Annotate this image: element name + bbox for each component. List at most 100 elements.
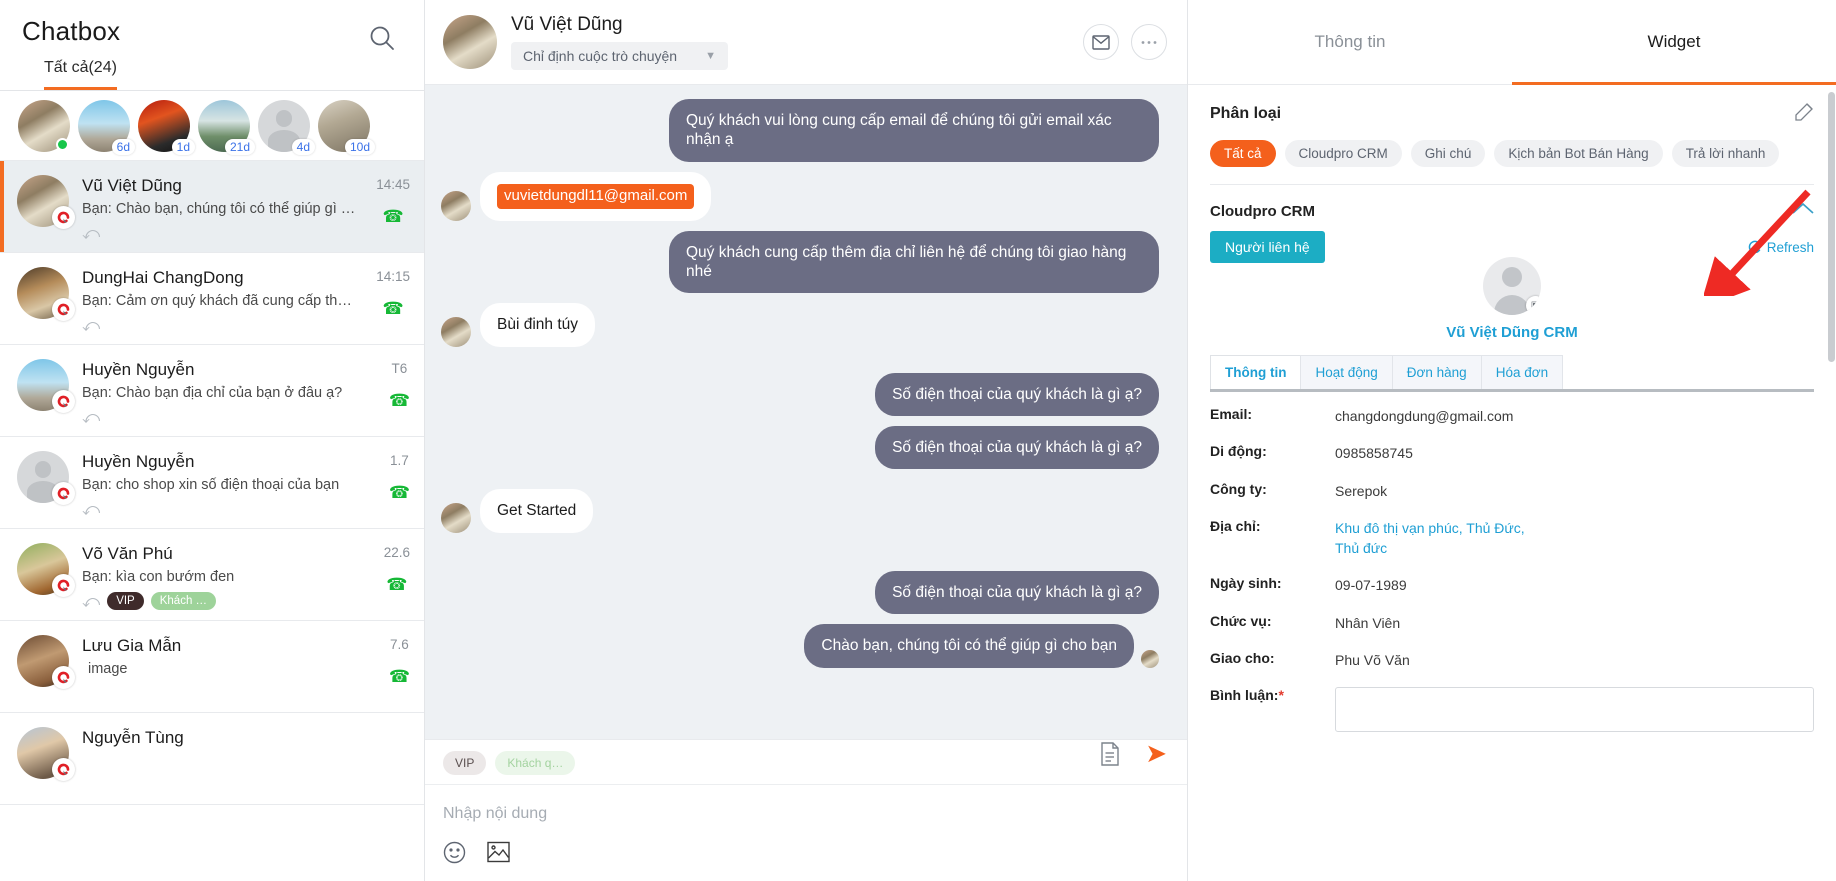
story-item[interactable]: 21d bbox=[198, 100, 255, 155]
channel-badge-icon bbox=[52, 574, 75, 597]
crm-tab-hoa-don[interactable]: Hóa đơn bbox=[1480, 355, 1564, 389]
classification-title: Phân loại bbox=[1210, 105, 1282, 122]
mail-icon[interactable] bbox=[1083, 24, 1119, 60]
message-list: Quý khách vui lòng cung cấp email để chú… bbox=[425, 85, 1187, 739]
field-label: Giao cho: bbox=[1210, 650, 1275, 667]
refresh-icon bbox=[1748, 240, 1762, 254]
crm-fields: Email: changdongdung@gmail.com Di động: … bbox=[1188, 392, 1836, 749]
crm-tab-thong-tin[interactable]: Thông tin bbox=[1210, 355, 1302, 389]
story-item[interactable] bbox=[18, 100, 70, 152]
chevron-up-icon[interactable] bbox=[1792, 202, 1814, 220]
crm-tab-don-hang[interactable]: Đơn hàng bbox=[1391, 355, 1482, 389]
chip-tra-loi-nhanh[interactable]: Trả lời nhanh bbox=[1671, 140, 1780, 167]
crm-contact-name[interactable]: Vũ Việt Dũng CRM bbox=[1446, 324, 1577, 341]
conversation-right-meta: 7.6 ☎ bbox=[389, 637, 410, 685]
assign-conversation-dropdown[interactable]: Chỉ định cuộc trò chuyện ▼ bbox=[511, 42, 728, 70]
refresh-button[interactable]: Refresh bbox=[1748, 240, 1814, 255]
conversation-snippet: image bbox=[88, 661, 128, 677]
conversation-list: Vũ Việt Dũng Bạn: Chào bạn, chúng tôi có… bbox=[0, 161, 424, 881]
message-input[interactable]: Nhập nội dung ➤ bbox=[425, 738, 1187, 831]
tag-vip[interactable]: VIP bbox=[443, 751, 487, 775]
classification-chips: Tất cả Cloudpro CRM Ghi chú Kịch bản Bot… bbox=[1210, 140, 1814, 167]
conversation-name: Võ Văn Phú bbox=[82, 544, 173, 563]
emoji-icon[interactable] bbox=[443, 841, 467, 865]
field-assigned-to: Giao cho: Phu Võ Văn bbox=[1210, 650, 1814, 670]
story-item[interactable]: 4d bbox=[258, 100, 315, 155]
image-icon[interactable] bbox=[487, 841, 511, 865]
phone-icon[interactable]: ☎ bbox=[383, 208, 404, 225]
field-label: Công ty: bbox=[1210, 480, 1267, 497]
conversation-name: Huyền Nguyễn bbox=[82, 360, 195, 379]
field-address: Địa chỉ: Khu đô thị vạn phúc, Thủ Đức, T… bbox=[1210, 518, 1814, 559]
chip-tat-ca[interactable]: Tất cả bbox=[1210, 140, 1276, 167]
search-icon[interactable] bbox=[366, 22, 398, 54]
avatar-wrapper bbox=[17, 635, 75, 689]
chat-contact-info: Vũ Việt Dũng Chỉ định cuộc trò chuyện ▼ bbox=[511, 14, 1083, 70]
phone-icon[interactable]: ☎ bbox=[383, 300, 404, 317]
field-label: Email: bbox=[1210, 406, 1253, 422]
conversation-body: Lưu Gia Mẫn image bbox=[82, 635, 410, 700]
message-bubble: Bùi đinh túy bbox=[480, 303, 595, 347]
channel-badge-icon bbox=[52, 758, 75, 781]
camera-icon[interactable]: ▣ bbox=[1526, 296, 1541, 315]
phone-icon[interactable]: ☎ bbox=[389, 668, 410, 685]
tab-widget[interactable]: Widget bbox=[1512, 0, 1836, 85]
conversation-row[interactable]: Vũ Việt Dũng Bạn: Chào bạn, chúng tôi có… bbox=[0, 161, 424, 253]
conversation-name: Lưu Gia Mẫn bbox=[82, 636, 182, 655]
story-age-badge: 4d bbox=[291, 139, 315, 155]
email-chip[interactable]: vuvietdungdl11@gmail.com bbox=[497, 183, 695, 209]
classification-section: Phân loại Tất cả Cloudpro CRM Ghi chú Kị… bbox=[1188, 85, 1836, 185]
field-email: Email: changdongdung@gmail.com bbox=[1210, 406, 1814, 426]
story-item[interactable]: 10d bbox=[318, 100, 375, 155]
tab-thong-tin[interactable]: Thông tin bbox=[1188, 0, 1512, 84]
more-horizontal-icon[interactable] bbox=[1131, 24, 1167, 60]
send-icon[interactable]: ➤ bbox=[1145, 738, 1167, 769]
chatbox-app: Chatbox Tất cả(24) 6d 1d 21d 4d 10d Vũ V… bbox=[0, 0, 1836, 881]
document-icon[interactable] bbox=[1099, 741, 1123, 766]
conversation-row[interactable]: Huyền Nguyễn Bạn: Chào bạn địa chỉ của b… bbox=[0, 345, 424, 437]
chip-kich-ban-bot-ban-hang[interactable]: Kịch bản Bot Bán Hàng bbox=[1494, 140, 1663, 167]
field-position: Chức vụ: Nhân Viên bbox=[1210, 613, 1814, 633]
conversation-row[interactable]: Nguyễn Tùng bbox=[0, 713, 424, 805]
conversation-body: Nguyễn Tùng bbox=[82, 727, 410, 792]
tag-customer[interactable]: Khách q… bbox=[495, 751, 576, 775]
conversation-row[interactable]: DungHai ChangDong Bạn: Cảm ơn quý khách … bbox=[0, 253, 424, 345]
chip-ghi-chu[interactable]: Ghi chú bbox=[1410, 140, 1486, 167]
story-age-badge: 6d bbox=[111, 139, 135, 155]
panel-scrollbar[interactable] bbox=[1828, 92, 1835, 362]
crm-tab-hoat-dong[interactable]: Hoạt động bbox=[1300, 355, 1393, 389]
assign-conversation-label: Chỉ định cuộc trò chuyện bbox=[523, 48, 678, 64]
conversation-meta: ⤺ bbox=[82, 314, 410, 336]
story-item[interactable]: 6d bbox=[78, 100, 135, 155]
message-bubble: Số điện thoại của quý khách là gì ạ? bbox=[875, 372, 1159, 416]
message-bubble: Quý khách vui lòng cung cấp email để chú… bbox=[669, 99, 1159, 162]
reply-arrow-icon: ⤺ bbox=[82, 407, 101, 427]
conversation-right-meta: 1.7 ☎ bbox=[389, 453, 410, 501]
field-value[interactable]: Khu đô thị vạn phúc, Thủ Đức, Thủ đức bbox=[1335, 518, 1525, 559]
conversation-snippet: Bạn: Chào bạn, chúng tôi có thể giúp gì … bbox=[82, 201, 357, 217]
reply-arrow-icon: ⤺ bbox=[82, 499, 101, 519]
conversation-right-meta: 14:45 ☎ bbox=[376, 177, 410, 225]
conversation-row[interactable]: Huyền Nguyễn Bạn: cho shop xin số điện t… bbox=[0, 437, 424, 529]
comment-input[interactable] bbox=[1335, 687, 1814, 733]
message-row-outgoing: Quý khách vui lòng cung cấp email để chú… bbox=[441, 99, 1159, 162]
phone-icon[interactable]: ☎ bbox=[386, 576, 407, 593]
chip-cloudpro-crm[interactable]: Cloudpro CRM bbox=[1284, 140, 1402, 167]
edit-icon[interactable] bbox=[1795, 102, 1814, 126]
phone-icon[interactable]: ☎ bbox=[389, 484, 410, 501]
conversation-snippet: Bạn: cho shop xin số điện thoại của bạn bbox=[82, 477, 340, 493]
field-value: Phu Võ Văn bbox=[1335, 652, 1410, 669]
message-bubble: Quý khách cung cấp thêm địa chỉ liên hệ … bbox=[669, 230, 1159, 294]
story-item[interactable]: 1d bbox=[138, 100, 195, 155]
sidebar-header: Chatbox Tất cả(24) bbox=[0, 0, 424, 90]
conversation-row[interactable]: Lưu Gia Mẫn image 7.6 ☎ bbox=[0, 621, 424, 713]
conversation-meta: ⤺ bbox=[82, 498, 410, 520]
avatar-wrapper bbox=[17, 543, 75, 597]
avatar-wrapper bbox=[17, 359, 75, 413]
phone-icon[interactable]: ☎ bbox=[389, 392, 410, 409]
conversation-row[interactable]: Võ Văn Phú Bạn: kìa con bướm đen ⤺ VIP K… bbox=[0, 529, 424, 621]
tab-all-conversations[interactable]: Tất cả(24) bbox=[44, 59, 117, 90]
avatar: ▣ bbox=[1483, 257, 1541, 315]
conversation-time: 14:15 bbox=[376, 269, 410, 284]
conversation-name: Huyền Nguyễn bbox=[82, 452, 195, 471]
